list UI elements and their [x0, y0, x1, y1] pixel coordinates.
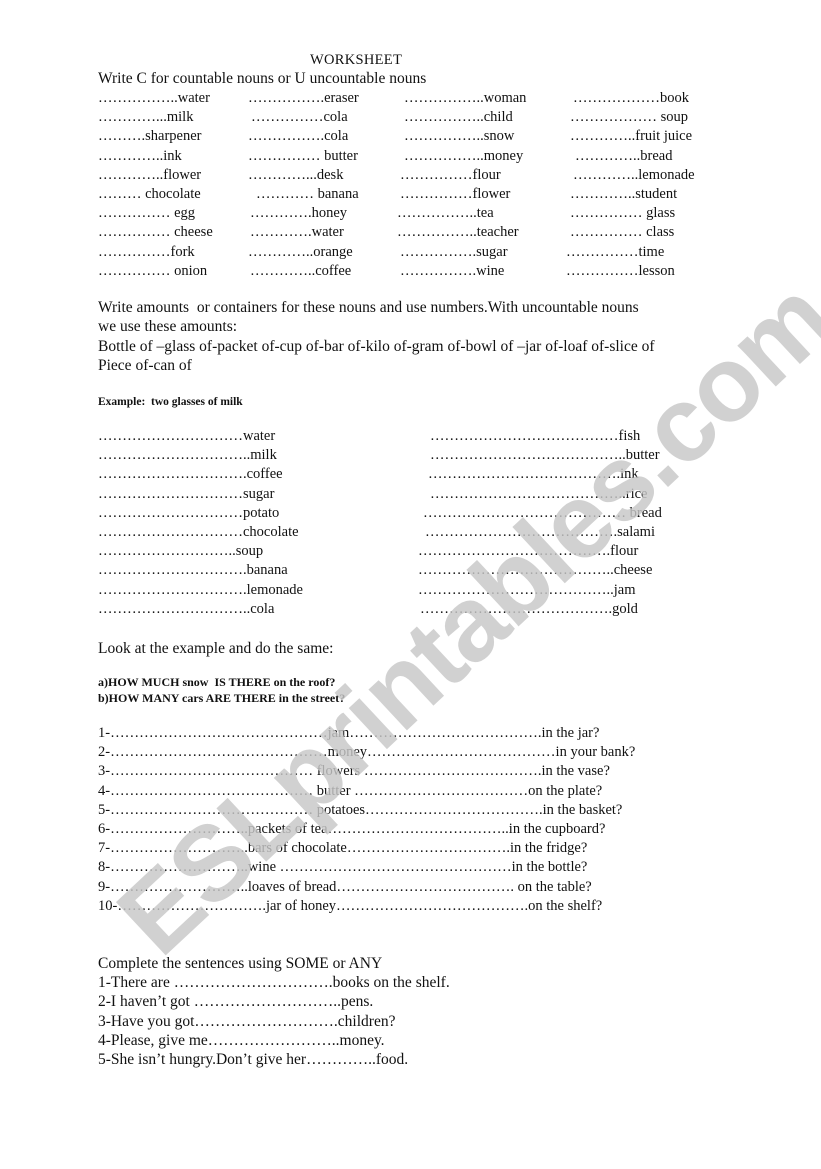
amount-item-left: ………………………..soup: [98, 543, 264, 560]
amounts-example: Example: two glasses of milk: [98, 396, 243, 408]
example-how-many: b)HOW MANY cars ARE THERE in the street?: [98, 691, 346, 705]
question-item: 10-………………………….jar of honey………………………………….…: [98, 897, 603, 914]
amount-item-right: ………………………………….flour: [418, 543, 639, 560]
amount-item-right: ………………………………….gold: [420, 600, 638, 617]
question-item: 8-………………………..wine …………………………………………in the…: [98, 859, 588, 876]
worksheet-page: WORKSHEET Write C for countable nouns or…: [0, 0, 821, 1169]
noun-item-col3: …………….wine: [400, 262, 505, 279]
sentence-item: 1-There are ………………………….books on the shel…: [98, 974, 450, 991]
noun-item-col4: …………..student: [570, 186, 678, 202]
amount-item-right: …………………………………..cheese: [418, 562, 653, 579]
sentence-item: 2-I haven’t got ………………………..pens.: [98, 993, 374, 1011]
noun-item-col2: …………….eraser: [248, 90, 359, 106]
noun-item-col3: ……………..tea: [397, 205, 494, 222]
question-item: 5-…………………………………… potatoes……………………………….in…: [98, 801, 623, 818]
amounts-list-line1: Bottle of –glass of-packet of-cup of-bar…: [98, 338, 655, 355]
noun-item-col2: ………….water: [250, 224, 344, 241]
amount-item-left: …………………………sugar: [98, 485, 275, 502]
question-item: 4-…………………………………… butter ………………………………on t…: [98, 782, 603, 799]
sentence-item: 4-Please, give me……………………..money.: [98, 1031, 385, 1049]
noun-item-col2: …………….cola: [248, 128, 349, 145]
amount-item-right: …………………………………fish: [430, 428, 641, 444]
amount-item-right: ………………………………….ink: [428, 466, 639, 483]
noun-item-col1: …………… cheese: [98, 224, 213, 241]
noun-item-col1: …………… egg: [98, 205, 196, 222]
noun-item-col4: ……………… soup: [570, 109, 689, 126]
noun-item-col3: ……………..child: [404, 109, 513, 126]
noun-item-col3: ……………..snow: [404, 128, 515, 145]
amounts-list-line2: Piece of-can of: [98, 357, 192, 374]
noun-item-col2: …………… butter: [248, 147, 358, 164]
worksheet-title: WORKSHEET: [310, 52, 403, 68]
noun-item-col4: …………… glass: [570, 205, 676, 222]
section2-instruction-line1: Write amounts or containers for these no…: [98, 299, 639, 316]
noun-item-col4: ……………lesson: [566, 262, 675, 279]
noun-item-col1: ……………fork: [98, 243, 195, 260]
noun-item-col2: …………..orange: [248, 243, 353, 260]
example-how-much: a)HOW MUCH snow IS THERE on the roof?: [98, 675, 336, 689]
question-item: 6-………………………..packets of tea……………………………….…: [98, 821, 606, 837]
noun-item-col4: …………… class: [570, 224, 675, 241]
question-item: 2-………………………………………money…………………………………in yo…: [98, 744, 636, 761]
sentence-item: 3-Have you got……………………….children?: [98, 1012, 396, 1030]
noun-item-col4: …………..fruit juice: [570, 128, 693, 145]
amount-item-left: ………………………….lemonade: [98, 581, 303, 598]
noun-item-col3: ……………flower: [400, 186, 511, 202]
noun-item-col3: ……………..money: [404, 147, 524, 164]
noun-item-col2: ……………cola: [251, 109, 348, 126]
sentence-item: 5-She isn’t hungry.Don’t give her…………..f…: [98, 1051, 409, 1069]
noun-item-col1: ……… chocolate: [98, 186, 201, 202]
amount-item-left: ………………………….banana: [98, 562, 288, 579]
amount-item-right: ………………………………….salami: [425, 524, 655, 540]
noun-item-col4: ………………book: [573, 90, 689, 106]
noun-item-col1: …………… onion: [98, 262, 208, 279]
noun-item-col2: ………….honey: [250, 205, 348, 222]
amount-item-left: …………………………water: [98, 428, 276, 444]
amount-item-left: …………………………chocolate: [98, 524, 299, 540]
noun-item-col2: ………… banana: [256, 186, 359, 202]
question-item: 3-…………………………………… flowers ……………………………….in…: [98, 763, 610, 780]
noun-item-col4: …………..lemonade: [573, 166, 695, 183]
noun-item-col1: …………..ink: [98, 147, 182, 164]
amount-item-right: …………………………………..jam: [418, 581, 636, 598]
noun-item-col1: …………...milk: [98, 109, 194, 126]
noun-item-col2: …………...desk: [248, 166, 344, 183]
section4-instruction: Complete the sentences using SOME or ANY: [98, 955, 383, 972]
noun-item-col3: ……………..woman: [404, 90, 527, 106]
noun-item-col4: ……………time: [566, 243, 665, 260]
amount-item-right: …………………………………… bread: [423, 504, 662, 521]
amount-item-left: ………………………….coffee: [98, 466, 283, 483]
amount-item-right: …………………………………..butter: [430, 447, 660, 464]
question-item: 1-………………………………………jam………………………………….in the…: [98, 725, 600, 741]
amount-item-left: …………………………potato: [98, 504, 280, 521]
noun-item-col3: ……………flour: [400, 166, 501, 183]
question-item: 9-………………………..loaves of bread…………………………………: [98, 878, 592, 895]
section1-instruction: Write C for countable nouns or U uncount…: [98, 70, 427, 87]
amount-item-left: …………………………..milk: [98, 447, 277, 464]
noun-item-col1: …………..flower: [98, 166, 202, 183]
section3-instruction: Look at the example and do the same:: [98, 640, 334, 657]
amount-item-left: …………………………..cola: [98, 600, 275, 617]
question-item: 7-………………………..bars of chocolate……………………………: [98, 840, 588, 857]
noun-item-col1: ……….sharpener: [98, 128, 202, 145]
noun-item-col4: …………..bread: [575, 147, 673, 164]
noun-item-col3: …………….sugar: [400, 243, 508, 260]
amount-item-right: …………………………………..rice: [430, 485, 648, 502]
noun-item-col2: …………..coffee: [250, 262, 352, 279]
noun-item-col1: ……………..water: [98, 90, 210, 106]
noun-item-col3: ……………..teacher: [397, 224, 519, 241]
section2-instruction-line2: we use these amounts:: [98, 318, 238, 335]
